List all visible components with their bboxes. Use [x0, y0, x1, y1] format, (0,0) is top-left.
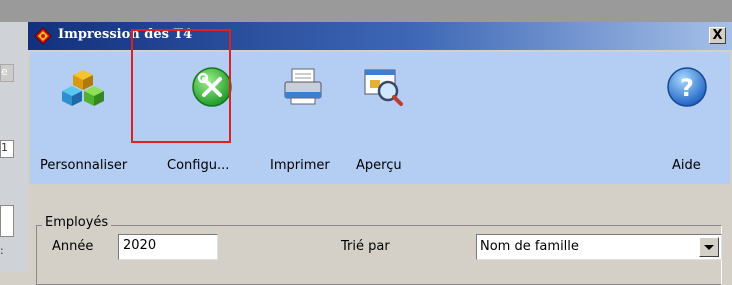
help-button[interactable]: ? Aide [656, 52, 716, 184]
year-input[interactable]: 2020 [118, 234, 218, 260]
preview-icon [364, 69, 403, 106]
close-button[interactable]: X [709, 27, 726, 44]
sort-by-select[interactable]: Nom de famille [476, 234, 722, 260]
print-label: Imprimer [270, 158, 330, 173]
preview-button[interactable]: Aperçu [350, 52, 414, 184]
printer-icon [284, 68, 322, 105]
dropdown-arrow-button[interactable] [699, 237, 719, 257]
personalize-label: Personnaliser [40, 158, 128, 173]
year-label: Année [52, 239, 94, 254]
help-label: Aide [672, 158, 701, 173]
sort-by-label: Trié par [341, 239, 390, 254]
background-fragment: : [0, 244, 4, 257]
background-fragment: 1 [0, 140, 14, 158]
background-top-bar [0, 0, 732, 22]
employees-group-title: Employés [42, 215, 112, 230]
configure-label: Configu... [167, 158, 230, 173]
app-icon [34, 27, 52, 45]
chevron-down-icon [704, 245, 714, 250]
background-fragment: e [0, 64, 14, 82]
print-button[interactable]: Imprimer [268, 52, 338, 184]
highlight-box [131, 29, 231, 143]
help-icon: ? [667, 67, 707, 107]
personalize-icon [62, 70, 104, 106]
svg-text:?: ? [680, 74, 694, 102]
preview-label: Aperçu [356, 158, 402, 173]
sort-by-value: Nom de famille [480, 239, 579, 254]
background-field-fragment [0, 205, 14, 237]
